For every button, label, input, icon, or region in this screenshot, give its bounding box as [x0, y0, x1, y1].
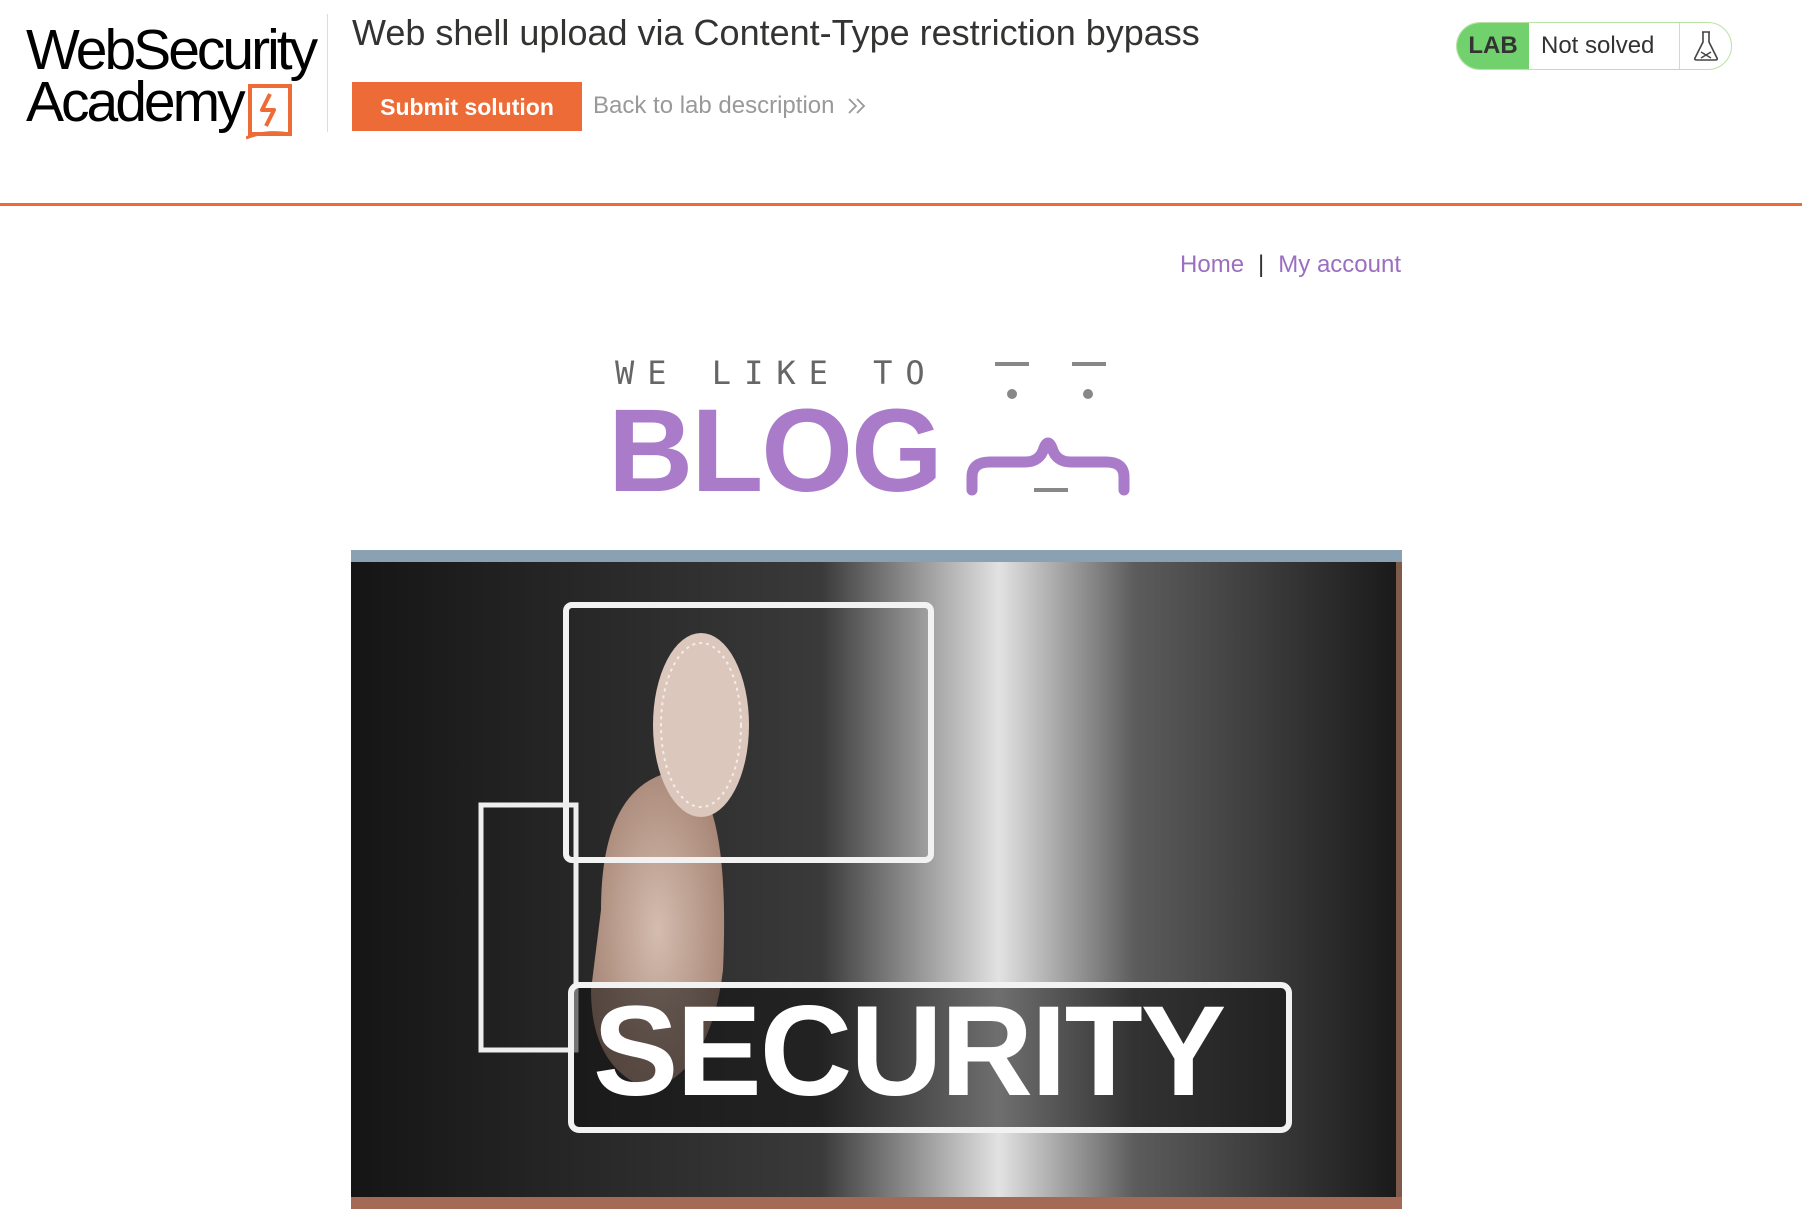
back-to-lab-description-link[interactable]: Back to lab description [593, 92, 868, 120]
banner-blog-title: BLOG [608, 385, 943, 517]
back-link-label: Back to lab description [593, 92, 835, 119]
academy-header: WebSecurity Academy Web shell upload via… [0, 0, 1802, 206]
lab-status-widget: LAB Not solved [1456, 22, 1732, 70]
logo-mark-icon [246, 84, 292, 140]
top-nav: Home | My account [1180, 251, 1401, 279]
post-image[interactable]: SECURITY [351, 550, 1402, 1209]
blog-banner: WE LIKE TO BLOG [600, 352, 1150, 510]
lab-badge: LAB [1457, 23, 1529, 69]
double-chevron-right-icon [848, 98, 866, 114]
flask-icon [1679, 23, 1731, 69]
lab-status-text: Not solved [1541, 32, 1655, 59]
security-photo: SECURITY [351, 550, 1402, 1209]
logo-text-line2: Academy [26, 70, 246, 134]
lab-title: Web shell upload via Content-Type restri… [352, 12, 1200, 53]
home-link[interactable]: Home [1180, 251, 1244, 279]
my-account-link[interactable]: My account [1278, 251, 1401, 279]
submit-solution-button[interactable]: Submit solution [352, 82, 582, 131]
security-caption: SECURITY [593, 980, 1225, 1123]
web-security-academy-logo[interactable]: WebSecurity Academy [22, 14, 328, 140]
nav-separator: | [1258, 251, 1265, 278]
blog-face-icon [966, 362, 1130, 496]
